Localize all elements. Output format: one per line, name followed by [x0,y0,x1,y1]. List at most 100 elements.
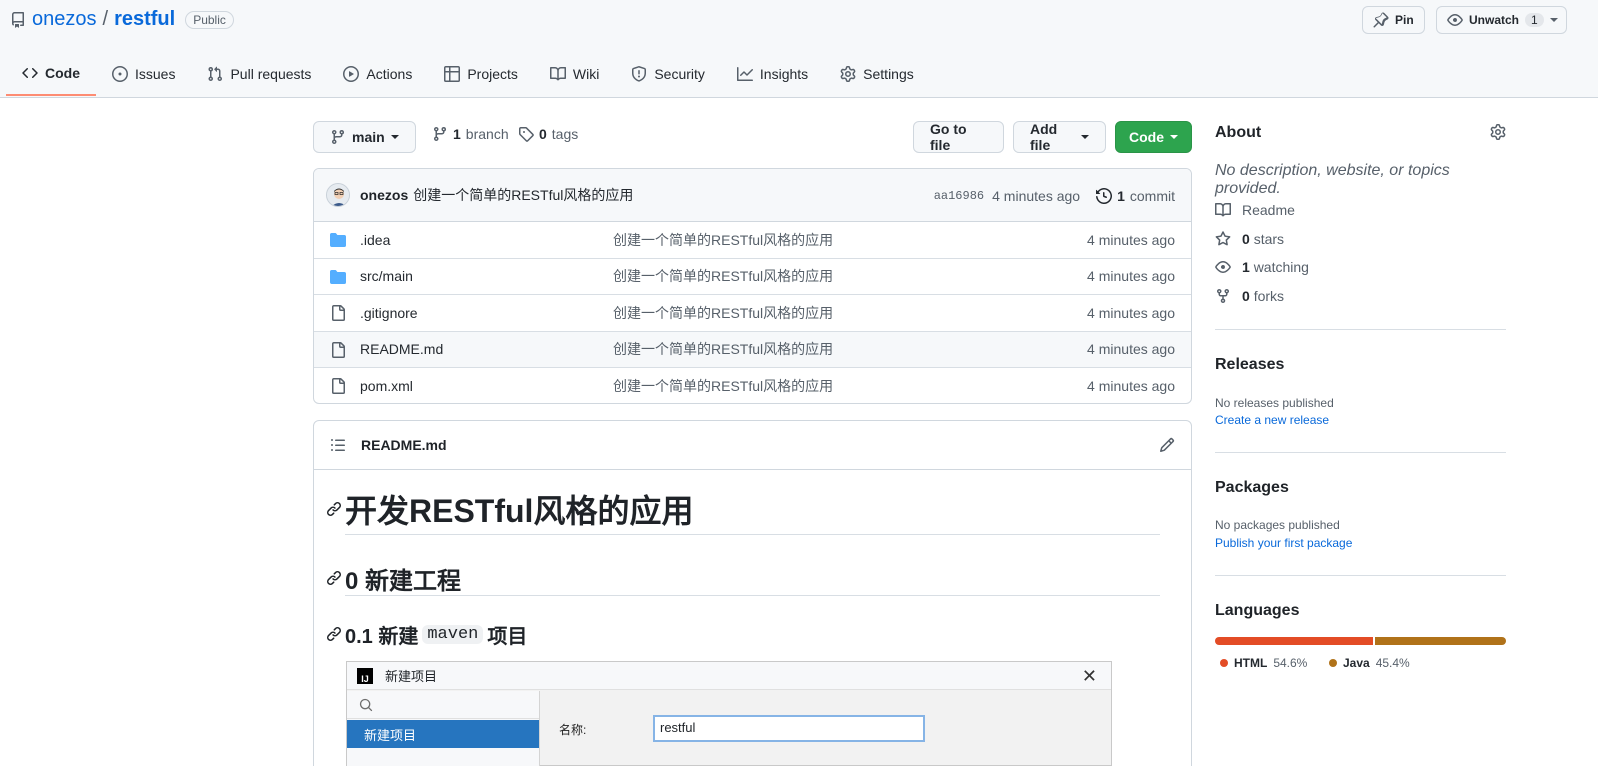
publish-package-link[interactable]: Publish your first package [1215,536,1506,550]
code-dropdown-button[interactable]: Code [1115,121,1192,153]
repo-name-link[interactable]: restful [114,8,175,31]
commit-age: 4 minutes ago [992,187,1081,204]
readme-heading-3: 0.1 新建 maven 项目 [326,621,1160,648]
gear-icon[interactable] [1490,124,1506,140]
code-button-label: Code [1129,129,1164,145]
file-commit-message-link[interactable]: 创建一个简单的RESTful风格的应用 [613,376,833,396]
watchers-link[interactable]: 1 watching [1215,259,1309,275]
branch-name: main [352,129,385,145]
file-commit-message-link[interactable]: 创建一个简单的RESTful风格的应用 [613,266,833,286]
branch-select-button[interactable]: main [313,121,416,153]
file-name-link[interactable]: src/main [360,268,413,284]
pull-request-icon [208,66,223,82]
add-file-button[interactable]: Add file [1013,121,1106,153]
readme-h2-text: 0 新建工程 [345,567,462,595]
commit-count: 1 [1117,187,1125,204]
branches-link[interactable]: 1 branch [432,126,509,142]
pin-button[interactable]: Pin [1362,6,1425,34]
chevron-down-icon [390,135,399,139]
file-name-link[interactable]: .idea [360,232,390,248]
file-age: 4 minutes ago [1087,304,1175,321]
releases-heading[interactable]: Releases [1215,356,1506,374]
about-heading: About [1215,124,1262,141]
repo-owner-link[interactable]: onezos [32,8,97,31]
tags-link[interactable]: 0 tags [518,126,578,142]
file-name-link[interactable]: README.md [360,341,443,357]
language-dot-icon [1329,659,1337,667]
tab-security[interactable]: Security [615,52,721,96]
folder-icon [330,233,346,247]
table-icon [444,66,461,82]
ide-dialog-title: 新建项目 [385,669,438,684]
packages-status: No packages published [1215,518,1340,532]
fork-icon [1217,289,1229,304]
link-icon[interactable] [326,501,342,517]
readme-file-link[interactable]: README.md [361,437,447,453]
languages-heading: Languages [1215,602,1300,619]
latest-commit-bar: onezos 创建一个简单的RESTful风格的应用 aa16986 4 min… [314,169,1191,222]
avatar-image-icon [327,184,349,206]
file-name-link[interactable]: pom.xml [360,378,413,394]
readme-h3-prefix: 0.1 新建 [345,625,419,648]
readme-header: README.md [314,421,1191,470]
tab-issues[interactable]: Issues [96,52,191,96]
forks-count: 0 [1242,288,1250,304]
file-commit-message-link[interactable]: 创建一个简单的RESTful风格的应用 [613,339,833,359]
tab-wiki-label: Wiki [572,66,600,82]
tab-code[interactable]: Code [6,52,96,96]
code-icon [22,67,38,79]
sidebar-divider [1215,329,1506,330]
watching-label: watching [1253,259,1309,275]
commit-message-link[interactable]: 创建一个简单的RESTful风格的应用 [413,185,633,205]
releases-status: No releases published [1215,396,1334,410]
chevron-down-icon [1549,18,1558,22]
forks-label: forks [1253,288,1285,304]
readme-sidebar-link[interactable]: Readme [1215,202,1295,218]
unwatch-button[interactable]: Unwatch 1 [1436,6,1567,34]
tab-settings[interactable]: Settings [824,52,930,96]
file-age: 4 minutes ago [1087,231,1175,248]
star-icon [1215,231,1231,246]
branch-icon [433,127,446,142]
pencil-icon[interactable] [1159,437,1175,453]
language-bar-segment-java [1374,637,1506,645]
tag-count: 0 [539,126,547,142]
stars-link[interactable]: 0 stars [1215,231,1284,247]
link-icon[interactable] [326,626,342,642]
avatar[interactable] [326,183,350,207]
tab-pull-requests[interactable]: Pull requests [191,52,327,96]
file-icon [332,378,345,394]
folder-icon [330,269,346,284]
tab-projects[interactable]: Projects [428,52,534,96]
tab-wiki[interactable]: Wiki [534,52,615,96]
file-name-link[interactable]: .gitignore [360,305,418,321]
tag-icon [519,127,534,142]
tab-code-label: Code [45,65,80,81]
tab-actions[interactable]: Actions [327,52,428,96]
language-bar-segment-html [1215,637,1373,645]
ide-search-field [347,691,539,719]
add-file-label: Add file [1030,121,1058,153]
ide-name-label: 名称: [559,723,587,737]
create-release-link[interactable]: Create a new release [1215,413,1506,427]
link-icon[interactable] [326,570,342,586]
readme-heading-1: 开发RESTful风格的应用 [326,484,1160,535]
packages-heading[interactable]: Packages [1215,479,1506,497]
forks-link[interactable]: 0 forks [1215,288,1284,304]
commit-author-link[interactable]: onezos [360,187,408,203]
file-row: .gitignore 创建一个简单的RESTful风格的应用 4 minutes… [314,295,1191,332]
commit-count-label: commit [1129,187,1175,204]
repo-header: onezos / restful Public Pin Unwatch 1 Co… [0,0,1598,98]
go-to-file-button[interactable]: Go to file [913,121,1004,153]
commit-history-link[interactable]: 1 commit [1096,188,1175,204]
language-html[interactable]: HTML 54.6% [1220,656,1307,670]
tab-insights[interactable]: Insights [721,52,824,96]
tab-issues-label: Issues [135,66,176,82]
file-commit-message-link[interactable]: 创建一个简单的RESTful风格的应用 [613,230,833,250]
stars-count: 0 [1242,231,1250,247]
tab-security-label: Security [654,66,705,82]
list-unordered-icon[interactable] [330,437,346,453]
language-java[interactable]: Java 45.4% [1329,656,1410,670]
file-commit-message-link[interactable]: 创建一个简单的RESTful风格的应用 [613,303,833,323]
commit-sha-link[interactable]: aa16986 [934,189,984,203]
